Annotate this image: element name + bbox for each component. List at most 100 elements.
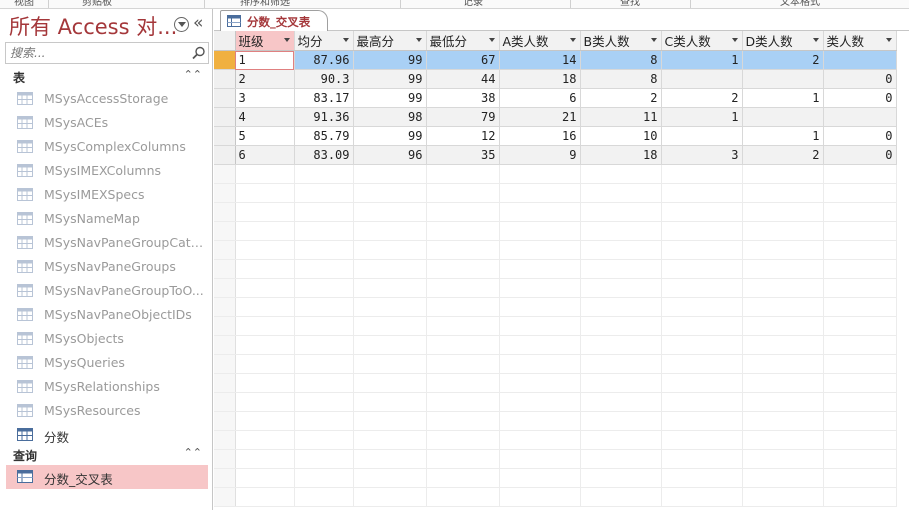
filter-dropdown-icon[interactable] — [415, 38, 422, 42]
nav-item-table[interactable]: MSysQueries — [6, 351, 208, 375]
table-cell[interactable]: 8 — [580, 69, 662, 89]
filter-dropdown-icon[interactable] — [569, 38, 576, 42]
table-cell[interactable] — [742, 107, 824, 127]
table-cell[interactable]: 3 — [235, 88, 295, 108]
table-cell[interactable]: 21 — [499, 107, 581, 127]
filter-dropdown-icon[interactable] — [342, 38, 349, 42]
table-cell[interactable]: 67 — [426, 50, 500, 70]
table-cell[interactable]: 0 — [823, 126, 897, 146]
table-cell[interactable]: 2 — [235, 69, 295, 89]
column-header[interactable]: 均分 — [294, 31, 354, 51]
record-selector[interactable] — [214, 69, 236, 89]
record-selector[interactable] — [214, 126, 236, 146]
nav-item-table[interactable]: MSysObjects — [6, 327, 208, 351]
search-input[interactable] — [6, 43, 186, 63]
table-cell[interactable]: 16 — [499, 126, 581, 146]
table-row[interactable]: 1 87.96 99 67 14 8 1 2 — [214, 50, 897, 70]
nav-group-tables[interactable]: 表 ⌃⌃ — [6, 67, 208, 87]
table-cell[interactable] — [661, 126, 743, 146]
table-cell[interactable]: 6 — [499, 88, 581, 108]
nav-item-table[interactable]: MSysNameMap — [6, 207, 208, 231]
record-selector[interactable] — [214, 145, 236, 165]
table-cell[interactable]: 90.3 — [294, 69, 354, 89]
column-header[interactable]: C类人数 — [661, 31, 743, 51]
table-cell[interactable]: 2 — [580, 88, 662, 108]
table-cell[interactable]: 99 — [353, 88, 427, 108]
tab-crosstab-query[interactable]: 分数_交叉表 — [220, 10, 328, 32]
shutter-collapse-icon[interactable]: « — [193, 13, 203, 33]
table-cell[interactable] — [661, 69, 743, 89]
nav-item-table[interactable]: MSysAccessStorage — [6, 87, 208, 111]
nav-item-table[interactable]: 分数 — [6, 423, 208, 447]
table-cell[interactable]: 12 — [426, 126, 500, 146]
nav-item-query-crosstab[interactable]: 分数_交叉表 — [6, 465, 208, 489]
table-row[interactable]: 6 83.09 96 35 9 18 3 2 0 — [214, 145, 897, 165]
nav-item-table[interactable]: MSysComplexColumns — [6, 135, 208, 159]
table-cell[interactable]: 1 — [742, 126, 824, 146]
table-cell[interactable]: 14 — [499, 50, 581, 70]
table-cell[interactable]: 1 — [661, 107, 743, 127]
table-row[interactable]: 5 85.79 99 12 16 10 1 0 — [214, 126, 897, 146]
column-header[interactable]: 最高分 — [353, 31, 427, 51]
table-cell[interactable]: 99 — [353, 126, 427, 146]
nav-item-table[interactable]: MSysResources — [6, 399, 208, 423]
table-cell[interactable]: 85.79 — [294, 126, 354, 146]
column-header[interactable]: 班级 — [235, 31, 295, 51]
nav-pane-header[interactable]: 所有 Access 对... « — [0, 9, 213, 41]
filter-dropdown-icon[interactable] — [812, 38, 819, 42]
column-header[interactable]: 最低分 — [426, 31, 500, 51]
nav-item-table[interactable]: MSysNavPaneGroupToO... — [6, 279, 208, 303]
table-row[interactable]: 2 90.3 99 44 18 8 0 — [214, 69, 897, 89]
table-cell[interactable]: 98 — [353, 107, 427, 127]
table-cell[interactable]: 96 — [353, 145, 427, 165]
table-cell[interactable]: 8 — [580, 50, 662, 70]
filter-dropdown-icon[interactable] — [650, 38, 657, 42]
select-all-corner[interactable] — [214, 31, 236, 51]
nav-item-table[interactable]: MSysNavPaneGroups — [6, 255, 208, 279]
table-cell[interactable]: 18 — [580, 145, 662, 165]
column-header[interactable]: B类人数 — [580, 31, 662, 51]
table-cell[interactable]: 99 — [353, 50, 427, 70]
chevron-up-icon[interactable]: ⌃⌃ — [184, 446, 202, 459]
nav-item-table[interactable]: MSysIMEXSpecs — [6, 183, 208, 207]
table-cell[interactable]: 83.17 — [294, 88, 354, 108]
record-selector[interactable] — [214, 88, 236, 108]
record-selector[interactable] — [214, 50, 236, 70]
table-cell[interactable]: 2 — [742, 50, 824, 70]
table-cell[interactable]: 18 — [499, 69, 581, 89]
column-header[interactable]: 类人数 — [823, 31, 897, 51]
table-cell[interactable]: 91.36 — [294, 107, 354, 127]
table-cell[interactable]: 4 — [235, 107, 295, 127]
record-selector[interactable] — [214, 107, 236, 127]
table-cell[interactable]: 2 — [661, 88, 743, 108]
nav-pane-title[interactable]: 所有 Access 对... — [9, 11, 177, 41]
column-header[interactable]: D类人数 — [742, 31, 824, 51]
table-cell[interactable]: 0 — [823, 145, 897, 165]
table-cell[interactable] — [823, 50, 897, 70]
table-row[interactable]: 3 83.17 99 38 6 2 2 1 0 — [214, 88, 897, 108]
table-cell[interactable]: 5 — [235, 126, 295, 146]
filter-dropdown-icon[interactable] — [731, 38, 738, 42]
table-cell[interactable]: 99 — [353, 69, 427, 89]
table-cell[interactable]: 44 — [426, 69, 500, 89]
table-cell[interactable] — [742, 69, 824, 89]
table-cell[interactable]: 79 — [426, 107, 500, 127]
table-cell[interactable]: 0 — [823, 88, 897, 108]
table-cell[interactable]: 1 — [742, 88, 824, 108]
table-cell[interactable]: 11 — [580, 107, 662, 127]
nav-item-table[interactable]: MSysNavPaneGroupCate... — [6, 231, 208, 255]
table-cell[interactable]: 1 — [661, 50, 743, 70]
nav-item-table[interactable]: MSysNavPaneObjectIDs — [6, 303, 208, 327]
table-cell[interactable]: 38 — [426, 88, 500, 108]
table-cell[interactable]: 83.09 — [294, 145, 354, 165]
table-cell[interactable]: 35 — [426, 145, 500, 165]
filter-dropdown-icon[interactable] — [488, 38, 495, 42]
search-icon[interactable] — [192, 46, 206, 60]
nav-item-table[interactable]: MSysACEs — [6, 111, 208, 135]
filter-dropdown-icon[interactable] — [885, 38, 892, 42]
table-cell[interactable]: 2 — [742, 145, 824, 165]
table-cell[interactable]: 0 — [823, 69, 897, 89]
table-cell[interactable]: 87.96 — [294, 50, 354, 70]
table-cell[interactable]: 1 — [235, 50, 295, 70]
nav-group-queries[interactable]: 查询 ⌃⌃ — [6, 445, 208, 465]
